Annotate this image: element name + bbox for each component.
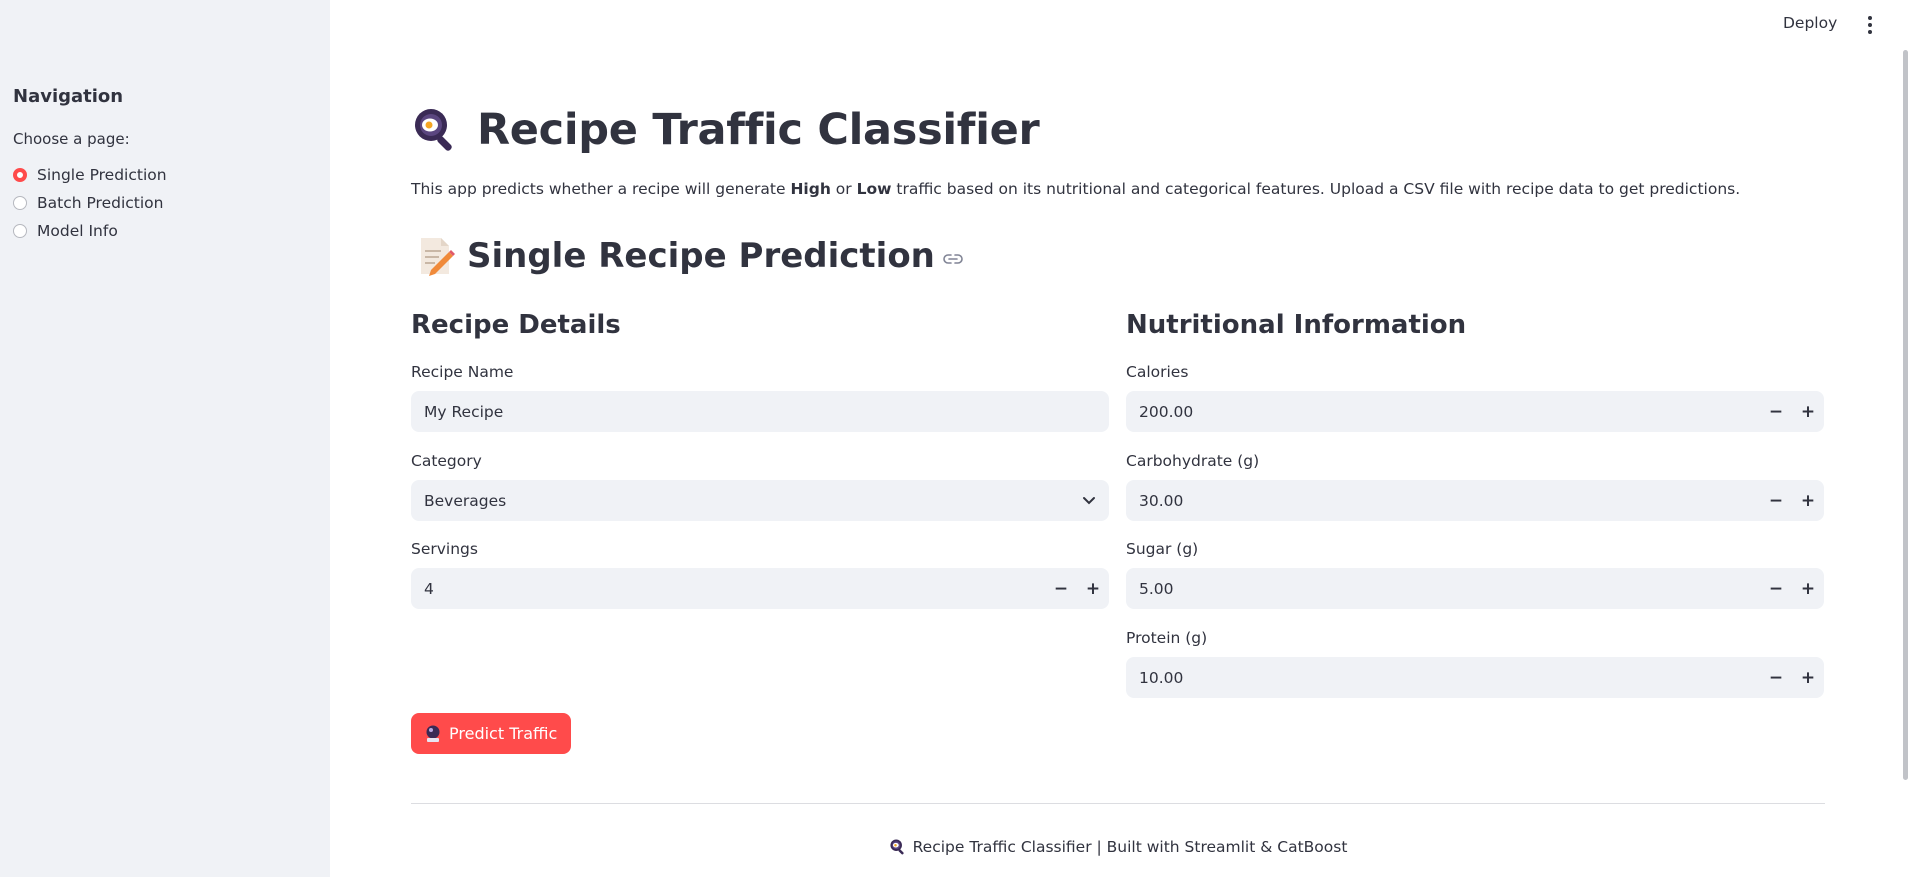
radio-batch-prediction[interactable]: Batch Prediction <box>13 189 167 217</box>
decrement-button[interactable]: − <box>1760 568 1792 609</box>
quantity-stepper: − + <box>1760 391 1824 432</box>
radio-selected-icon[interactable] <box>13 168 27 182</box>
page-radio-group: Single Prediction Batch Prediction Model… <box>13 161 167 245</box>
radio-label: Model Info <box>37 222 118 240</box>
sugar-label: Sugar (g) <box>1126 540 1199 558</box>
scrollbar[interactable] <box>1903 50 1908 780</box>
radio-model-info[interactable]: Model Info <box>13 217 167 245</box>
increment-button[interactable]: + <box>1077 568 1109 609</box>
intro-part: traffic based on its nutritional and cat… <box>891 180 1741 198</box>
sidebar-heading: Navigation <box>13 86 124 107</box>
intro-text: This app predicts whether a recipe will … <box>411 180 1825 198</box>
sugar-value[interactable]: 5.00 <box>1139 580 1760 598</box>
deploy-button[interactable]: Deploy <box>1783 14 1837 32</box>
footer-text: Recipe Traffic Classifier | Built with S… <box>912 838 1348 856</box>
recipe-name-input[interactable]: My Recipe <box>411 391 1109 432</box>
decrement-button[interactable]: − <box>1045 568 1077 609</box>
increment-button[interactable]: + <box>1792 480 1824 521</box>
carbohydrate-value[interactable]: 30.00 <box>1139 492 1760 510</box>
servings-value[interactable]: 4 <box>424 580 1045 598</box>
crystal-ball-icon <box>426 725 440 742</box>
intro-high: High <box>790 180 831 198</box>
recipe-name-label: Recipe Name <box>411 363 514 381</box>
intro-part: or <box>830 180 857 198</box>
sugar-input[interactable]: 5.00 − + <box>1126 568 1824 609</box>
quantity-stepper: − + <box>1760 480 1824 521</box>
radio-label: Single Prediction <box>37 166 167 184</box>
intro-part: This app predicts whether a recipe will … <box>411 180 791 198</box>
recipe-details-heading: Recipe Details <box>411 310 621 340</box>
recipe-name-value[interactable]: My Recipe <box>424 403 1109 421</box>
page-choice-label: Choose a page: <box>13 130 130 148</box>
servings-label: Servings <box>411 540 478 558</box>
carbohydrate-label: Carbohydrate (g) <box>1126 452 1260 470</box>
increment-button[interactable]: + <box>1792 391 1824 432</box>
quantity-stepper: − + <box>1760 657 1824 698</box>
calories-input[interactable]: 200.00 − + <box>1126 391 1824 432</box>
section-title-row: Single Recipe Prediction <box>417 236 963 276</box>
chevron-down-icon[interactable] <box>1069 496 1109 506</box>
category-label: Category <box>411 452 482 470</box>
calories-label: Calories <box>1126 363 1189 381</box>
protein-label: Protein (g) <box>1126 629 1208 647</box>
app-root: Navigation Choose a page: Single Predict… <box>0 0 1908 877</box>
calories-value[interactable]: 200.00 <box>1139 403 1760 421</box>
footer-divider <box>411 803 1825 804</box>
quantity-stepper: − + <box>1760 568 1824 609</box>
sidebar: Navigation Choose a page: Single Predict… <box>0 0 330 877</box>
category-value[interactable]: Beverages <box>424 492 1069 510</box>
predict-button-label: Predict Traffic <box>449 724 558 743</box>
page-title-row: Recipe Traffic Classifier <box>411 105 1040 155</box>
category-select[interactable]: Beverages <box>411 480 1109 521</box>
page-title: Recipe Traffic Classifier <box>477 105 1040 155</box>
magnifier-egg-icon <box>415 109 452 151</box>
nutritional-info-heading: Nutritional Information <box>1126 310 1467 340</box>
increment-button[interactable]: + <box>1792 657 1824 698</box>
protein-value[interactable]: 10.00 <box>1139 669 1760 687</box>
magnifier-egg-icon <box>890 839 904 855</box>
increment-button[interactable]: + <box>1792 568 1824 609</box>
radio-single-prediction[interactable]: Single Prediction <box>13 161 167 189</box>
decrement-button[interactable]: − <box>1760 391 1792 432</box>
section-title: Single Recipe Prediction <box>467 236 935 276</box>
memo-icon <box>421 238 455 276</box>
radio-label: Batch Prediction <box>37 194 164 212</box>
kebab-menu-icon[interactable] <box>1862 14 1878 36</box>
servings-input[interactable]: 4 − + <box>411 568 1109 609</box>
link-icon[interactable] <box>943 252 963 266</box>
decrement-button[interactable]: − <box>1760 480 1792 521</box>
quantity-stepper: − + <box>1045 568 1109 609</box>
radio-unselected-icon[interactable] <box>13 224 27 238</box>
intro-low: Low <box>856 180 892 198</box>
protein-input[interactable]: 10.00 − + <box>1126 657 1824 698</box>
carbohydrate-input[interactable]: 30.00 − + <box>1126 480 1824 521</box>
predict-traffic-button[interactable]: Predict Traffic <box>411 713 572 754</box>
radio-unselected-icon[interactable] <box>13 196 27 210</box>
footer: Recipe Traffic Classifier | Built with S… <box>411 838 1825 856</box>
decrement-button[interactable]: − <box>1760 657 1792 698</box>
